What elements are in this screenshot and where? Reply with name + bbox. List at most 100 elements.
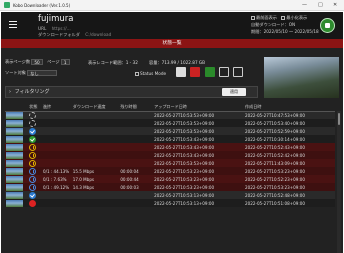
row-thumbnail [5, 175, 29, 183]
uploaded-cell: 2022-05-27T10:53:53+09:00 [153, 119, 245, 127]
filter-bar[interactable]: › フィルタリング [5, 86, 258, 98]
row-thumbnail [5, 111, 29, 119]
status-cell [28, 151, 42, 159]
status-cell [28, 127, 42, 135]
always-on-top-checkbox[interactable] [251, 16, 255, 20]
table-row[interactable]: 0/1 : 44.13% 15.5 Mbps 00:00:04 2022-05-27T… [5, 167, 335, 175]
status-cell [28, 191, 42, 199]
range-text: 表示レコード範囲：1 - 32 [88, 60, 138, 65]
status-mode-label: Status Mode [140, 71, 167, 76]
row-thumbnail [5, 199, 29, 207]
col-speed: ダウンロード速度 [71, 104, 120, 112]
table-row[interactable]: 2022-05-27T10:53:43+09:00 2022-05-27T10:5… [5, 143, 335, 151]
table-row[interactable]: 2022-05-27T10:53:53+09:00 2022-05-27T10:4… [5, 111, 335, 119]
created-cell: 2022-05-27T10:47:53+09:00 [244, 111, 335, 119]
table-scrollbar[interactable] [337, 111, 341, 253]
col-uploaded: アップロード日時 [153, 104, 245, 112]
refresh-icon[interactable] [233, 67, 243, 77]
per-page-control: 表示ページ数 50 ページ 1 [5, 59, 70, 65]
speed-cell: 14.3 Mbps [71, 183, 120, 191]
status-cell [28, 175, 42, 183]
table-row[interactable]: 2022-05-27T10:53:43+09:00 2022-05-27T10:5… [5, 151, 335, 159]
remaining-cell [119, 143, 154, 151]
title-bar: Kobo Downloader (Ver.1.0.5) — □ ✕ [0, 0, 344, 11]
speed-cell [71, 151, 120, 159]
scrollbar-thumb[interactable] [338, 113, 340, 125]
close-button[interactable]: ✕ [333, 2, 337, 8]
account-name: fujimura [38, 14, 74, 24]
table-row[interactable]: 0/1 : 49.12% 14.3 Mbps 00:00:03 2022-05-27T… [5, 183, 335, 191]
status-cell [28, 167, 42, 175]
status-mode-toggle[interactable]: Status Mode [135, 71, 166, 76]
sort-label: ソート対象 [5, 70, 26, 75]
created-cell: 2022-05-27T10:52:48+09:00 [244, 191, 335, 199]
page-label: ページ [47, 59, 60, 64]
video-thumbnail [6, 191, 23, 199]
progress-cell [41, 135, 72, 143]
remaining-cell [119, 127, 154, 135]
per-page-field[interactable]: 50 [31, 59, 43, 65]
speed-cell [71, 119, 120, 127]
status-list-bar: 状態一覧 [1, 39, 343, 48]
table-row[interactable]: 2022-05-27T10:53:13+09:00 2022-05-27T10:5… [5, 199, 335, 207]
created-cell: 2022-05-27T10:30:14+09:00 [244, 135, 335, 143]
status-pending-icon [29, 111, 37, 119]
table-row[interactable]: 2022-05-27T10:53:53+09:00 2022-05-27T10:5… [5, 127, 335, 135]
speed-cell: 17.0 Mbps [71, 175, 120, 183]
menu-icon[interactable] [9, 21, 17, 28]
table-row[interactable]: 0/1 : 7.63% 17.0 Mbps 00:00:44 2022-05-27T1… [5, 175, 335, 183]
status-cell [28, 183, 42, 191]
page-field[interactable]: 1 [60, 59, 70, 65]
download-icon[interactable] [219, 67, 229, 77]
status-wait-icon [29, 151, 37, 159]
col-created: 作成日時 [244, 104, 335, 112]
sort-select[interactable]: なし [27, 70, 58, 76]
folder-value: C:/download [85, 32, 112, 37]
table-row[interactable]: 2022-05-27T10:53:13+09:00 2022-05-27T10:5… [5, 191, 335, 199]
remaining-cell [119, 159, 154, 167]
status-cell [28, 119, 42, 127]
uploaded-cell: 2022-05-27T10:53:23+09:00 [153, 183, 245, 191]
status-wait-icon [29, 143, 37, 151]
save-icon[interactable] [176, 67, 186, 77]
video-thumbnail [6, 135, 23, 143]
created-cell: 2022-05-27T10:52:43+09:00 [244, 143, 335, 151]
status-wait-icon [29, 159, 37, 167]
bookmark-icon[interactable] [205, 67, 215, 77]
url-value: https://... [51, 26, 71, 31]
status-cell [28, 199, 42, 207]
speed-cell [71, 135, 120, 143]
table-row[interactable]: 2022-05-27T10:53:43+09:00 2022-05-27T10:3… [5, 135, 335, 143]
speed-cell [71, 199, 120, 207]
row-thumbnail [5, 167, 29, 175]
maximize-button[interactable]: □ [318, 2, 323, 8]
status-dl-icon [29, 183, 37, 191]
minimize-checkbox[interactable] [281, 16, 286, 20]
uploaded-cell: 2022-05-27T10:53:23+09:00 [153, 175, 245, 183]
minimize-button[interactable]: — [302, 2, 307, 8]
progress-cell [41, 111, 72, 119]
record-stop-button[interactable] [320, 18, 335, 33]
row-thumbnail [5, 151, 29, 159]
period-status: 期間：2022/05/10 ～ 2022/05/18 [251, 29, 319, 34]
status-pending-icon [29, 119, 37, 127]
video-thumbnail [6, 111, 23, 119]
folder-label: ダウンロードフォルダ [38, 32, 80, 37]
uploaded-cell: 2022-05-27T10:53:43+09:00 [153, 143, 245, 151]
video-thumbnail [6, 159, 23, 167]
speed-cell: 15.5 Mbps [71, 167, 120, 175]
status-cell [28, 135, 42, 143]
url-row: URL https://... [38, 26, 71, 31]
apply-button[interactable]: 適用 [222, 88, 246, 96]
always-on-top-option[interactable]: 最前面表示 最小化表示 [251, 15, 307, 21]
pdf-icon[interactable] [190, 67, 200, 77]
table-row[interactable]: 2022-05-27T10:53:53+09:00 2022-05-27T11:4… [5, 159, 335, 167]
row-thumbnail [5, 143, 29, 151]
url-label: URL [38, 26, 47, 31]
remaining-cell [119, 111, 154, 119]
created-cell: 2022-05-27T10:53:23+09:00 [244, 167, 335, 175]
video-thumbnail [6, 119, 23, 127]
status-done-icon [29, 127, 37, 135]
status-mode-checkbox[interactable] [135, 72, 139, 76]
table-row[interactable]: 2022-05-27T10:53:53+09:00 2022-05-27T10:5… [5, 119, 335, 127]
